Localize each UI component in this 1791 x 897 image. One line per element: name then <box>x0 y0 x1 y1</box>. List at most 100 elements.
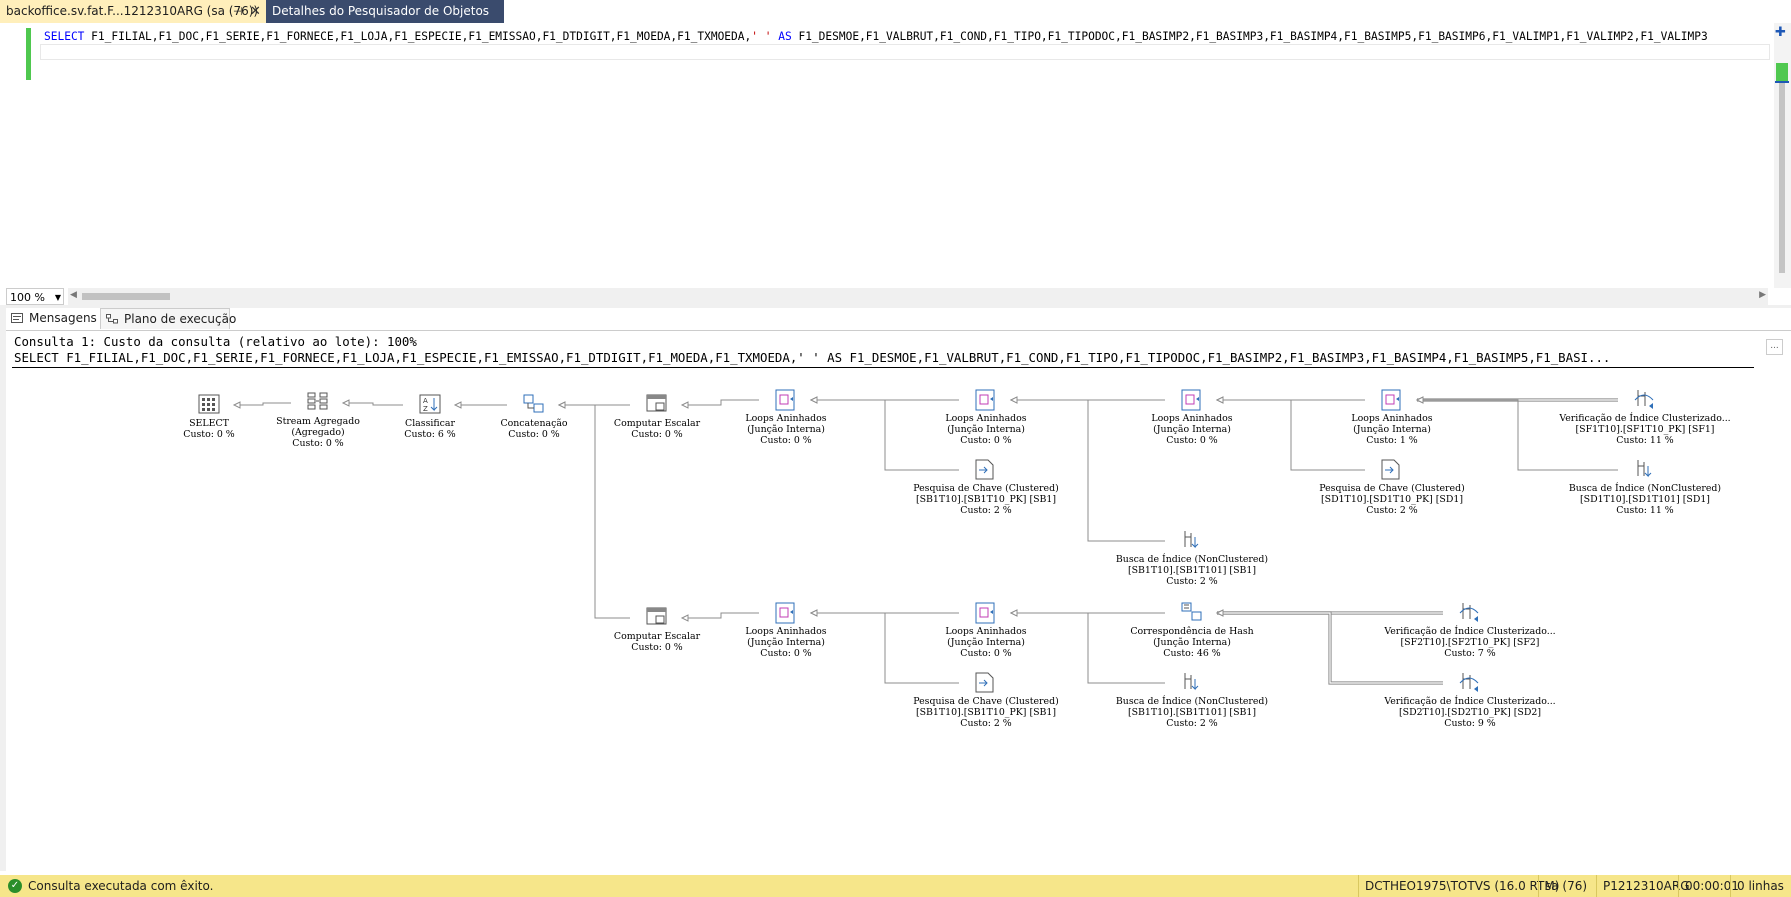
seek-icon-arrow <box>1644 466 1652 478</box>
plan-node-key3-label-1: [SB1T10].[SB1T10_PK] [SB1] <box>916 707 1056 718</box>
plan-node-key2[interactable]: Pesquisa de Chave (Clustered)[SD1T10].[S… <box>1319 459 1465 516</box>
plan-edge-stream-to-select <box>234 402 291 406</box>
loop-icon <box>775 389 795 411</box>
plan-node-scan2-label-0: Verificação de Índice Clusterizado... <box>1383 625 1555 637</box>
seek-icon <box>1637 460 1652 478</box>
stream-icon-block <box>319 398 328 404</box>
loop-icon-frame <box>1381 389 1401 411</box>
plan-node-select-label-0: SELECT <box>189 418 230 429</box>
stream-icon-block <box>307 392 316 398</box>
plan-node-seek1[interactable]: Busca de Índice (NonClustered)[SD1T10].[… <box>1569 460 1721 516</box>
sort-icon-a: A <box>423 397 428 405</box>
plan-node-stream-label-1: (Agregado) <box>291 427 344 438</box>
execution-plan-graph: SELECTCusto: 0 %Stream Agregado(Agregado… <box>183 389 1731 729</box>
select-icon-cell <box>202 398 205 401</box>
plan-node-hash-label-1: (Junção Interna) <box>1153 637 1231 648</box>
stream-icon-block <box>307 404 316 410</box>
concat-icon-box <box>523 394 534 404</box>
plan-node-seek2[interactable]: Busca de Índice (NonClustered)[SB1T10].[… <box>1116 531 1268 587</box>
select-icon-cell <box>207 403 210 406</box>
seek-icon-tree <box>1637 460 1645 476</box>
plan-edge-scan3-to-hash-inner <box>1217 612 1443 684</box>
plan-node-scan1-label-0: Verificação de Índice Clusterizado... <box>1558 412 1730 424</box>
scan-icon <box>1634 390 1654 409</box>
plan-node-seek1-label-1: [SD1T10].[SD1T101] [SD1] <box>1580 494 1710 505</box>
select-icon-cell <box>202 403 205 406</box>
plan-node-cs1-label-0: Computar Escalar <box>614 418 701 429</box>
stream-icon-block <box>319 404 328 410</box>
plan-node-seek1-label-2: Custo: 11 % <box>1616 505 1673 516</box>
plan-node-nl2-label-2: Custo: 0 % <box>960 435 1012 446</box>
plan-node-scan2-label-1: [SF2T10].[SF2T10_PK] [SF2] <box>1401 637 1540 648</box>
plan-node-nl3-label-0: Loops Aninhados <box>1151 413 1232 424</box>
plan-node-key3[interactable]: Pesquisa de Chave (Clustered)[SB1T10].[S… <box>913 672 1059 729</box>
select-icon-cell <box>207 398 210 401</box>
select-icon-cell <box>207 408 210 411</box>
plan-node-nl5-label-2: Custo: 0 % <box>760 648 812 659</box>
plan-node-scan3-label-2: Custo: 9 % <box>1444 718 1496 729</box>
plan-node-select-label-1: Custo: 0 % <box>183 429 235 440</box>
plan-node-concat-label-0: Concatenação <box>500 418 567 429</box>
plan-node-stream-label-2: Custo: 0 % <box>292 438 344 449</box>
seek-icon-arrow <box>1191 679 1199 691</box>
sort-icon-z: Z <box>423 405 428 413</box>
scan-icon-tree <box>1462 673 1471 689</box>
plan-node-nl1-label-2: Custo: 0 % <box>760 435 812 446</box>
plan-node-key1-label-1: [SB1T10].[SB1T10_PK] [SB1] <box>916 494 1056 505</box>
seek-icon <box>1184 673 1199 691</box>
plan-node-nl4-label-0: Loops Aninhados <box>1351 413 1432 424</box>
plan-node-select[interactable]: SELECTCusto: 0 % <box>183 394 235 440</box>
seek-icon-arrow <box>1191 537 1199 549</box>
status-rows: 0 linhas <box>1730 875 1784 897</box>
plan-edge-arrowhead <box>1009 609 1018 617</box>
plan-node-key1-label-2: Custo: 2 % <box>960 505 1012 516</box>
seek-icon-tree <box>1184 531 1192 547</box>
plan-node-sort[interactable]: AZ ClassificarCusto: 6 % <box>404 394 456 440</box>
stream-icon <box>307 392 328 410</box>
plan-node-key1[interactable]: Pesquisa de Chave (Clustered)[SB1T10].[S… <box>913 459 1059 516</box>
hash-icon-box <box>1191 611 1202 621</box>
plan-node-nl5-label-1: (Junção Interna) <box>747 637 825 648</box>
plan-node-hash-label-0: Correspondência de Hash <box>1130 626 1253 637</box>
compute-icon-calc <box>655 615 665 624</box>
select-icon <box>198 394 220 414</box>
plan-edge-arrowhead <box>680 614 689 622</box>
loop-icon-frame <box>775 602 795 624</box>
plan-node-key2-label-1: [SD1T10].[SD1T10_PK] [SD1] <box>1321 494 1463 505</box>
compute-icon <box>646 394 667 412</box>
scan-icon-tree <box>1462 603 1471 619</box>
plan-node-concat[interactable]: ConcatenaçãoCusto: 0 % <box>500 394 568 440</box>
plan-node-seek2-label-1: [SB1T10].[SB1T101] [SB1] <box>1128 565 1256 576</box>
plan-node-sort-label-0: Classificar <box>405 418 455 429</box>
plan-node-nl2-label-1: (Junção Interna) <box>947 424 1025 435</box>
key-icon <box>1381 459 1400 480</box>
plan-node-nl5-label-0: Loops Aninhados <box>745 626 826 637</box>
loop-icon <box>775 602 795 624</box>
plan-node-seek3-label-1: [SB1T10].[SB1T101] [SB1] <box>1128 707 1256 718</box>
compute-icon-calc <box>655 402 665 411</box>
success-check-icon: ✓ <box>8 879 22 893</box>
plan-node-nl4-label-1: (Junção Interna) <box>1353 424 1431 435</box>
plan-node-seek3[interactable]: Busca de Índice (NonClustered)[SB1T10].[… <box>1116 673 1268 729</box>
plan-node-seek3-label-0: Busca de Índice (NonClustered) <box>1116 695 1268 707</box>
plan-node-seek1-label-0: Busca de Índice (NonClustered) <box>1569 482 1721 494</box>
loop-icon <box>1381 389 1401 411</box>
plan-node-scan1-label-2: Custo: 11 % <box>1616 435 1673 446</box>
plan-edge-arrowhead <box>341 399 350 407</box>
plan-node-nl6-label-0: Loops Aninhados <box>945 626 1026 637</box>
stream-icon-block <box>307 398 316 404</box>
scan-icon-arrow <box>1474 616 1478 622</box>
status-message: Consulta executada com êxito. <box>28 879 214 893</box>
key-icon <box>975 672 994 693</box>
plan-node-nl4-label-2: Custo: 1 % <box>1366 435 1418 446</box>
plan-node-concat-label-1: Custo: 0 % <box>508 429 560 440</box>
plan-node-key1-label-0: Pesquisa de Chave (Clustered) <box>913 483 1059 494</box>
plan-node-scan3-label-0: Verificação de Índice Clusterizado... <box>1383 695 1555 707</box>
compute-icon <box>646 607 667 625</box>
loop-icon-frame <box>975 602 995 624</box>
loop-icon-frame <box>975 389 995 411</box>
loop-icon-frame <box>1181 389 1201 411</box>
loop-icon <box>1181 389 1201 411</box>
concat-icon <box>523 394 544 413</box>
plan-edge-arrowhead <box>1215 609 1224 617</box>
